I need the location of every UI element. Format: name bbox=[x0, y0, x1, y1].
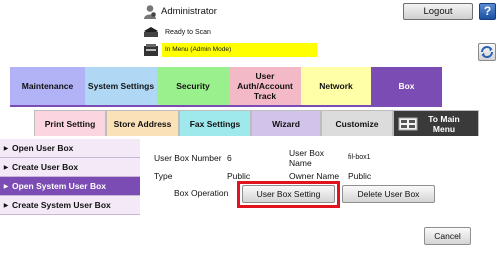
subtab-label: Wizard bbox=[272, 118, 300, 129]
subtab-store-address[interactable]: Store Address bbox=[106, 110, 179, 136]
admin-mode-banner: In Menu (Admin Mode) bbox=[162, 43, 317, 57]
refresh-icon bbox=[481, 46, 493, 58]
subtab-customize[interactable]: Customize bbox=[321, 110, 393, 136]
box-operation-label: Box Operation bbox=[174, 188, 229, 198]
sidebar-item-open-system-user-box[interactable]: ▶ Open System User Box bbox=[0, 177, 140, 196]
tab-label: Security bbox=[176, 81, 210, 91]
subtab-label: Customize bbox=[335, 118, 379, 129]
tab-label: Network bbox=[319, 81, 353, 91]
owner-value: Public bbox=[348, 171, 372, 181]
refresh-button[interactable] bbox=[478, 43, 496, 61]
tab-user-auth[interactable]: User Auth/Account Track bbox=[229, 67, 301, 105]
box-name-value: fil-box1 bbox=[348, 154, 371, 161]
sidebar-item-label: Open User Box bbox=[12, 143, 74, 153]
subtab-label: Fax Settings bbox=[189, 118, 241, 129]
subtab-print-setting[interactable]: Print Setting bbox=[34, 110, 106, 136]
admin-user-icon bbox=[144, 5, 156, 19]
box-number-label: User Box Number bbox=[154, 153, 222, 163]
subtab-label: To Main Menu bbox=[428, 113, 460, 134]
arrow-right-icon: ▶ bbox=[3, 164, 9, 171]
subtab-to-main-menu[interactable]: To Main Menu bbox=[393, 110, 479, 136]
sidebar-item-create-system-user-box[interactable]: ▶ Create System User Box bbox=[0, 196, 140, 215]
user-name: Administrator bbox=[161, 6, 217, 17]
delete-user-box-button[interactable]: Delete User Box bbox=[342, 185, 435, 203]
scanner-icon bbox=[144, 27, 158, 37]
subtab-label: Print Setting bbox=[44, 118, 96, 129]
type-value: Public bbox=[227, 171, 251, 181]
sidebar-item-create-user-box[interactable]: ▶ Create User Box bbox=[0, 158, 140, 177]
subtab-wizard[interactable]: Wizard bbox=[251, 110, 321, 136]
tab-label: System Settings bbox=[87, 81, 155, 91]
arrow-right-icon: ▶ bbox=[3, 183, 9, 190]
box-name-label: User Box Name bbox=[289, 148, 324, 168]
sidebar-item-label: Create System User Box bbox=[12, 200, 111, 210]
sidebar-item-label: Open System User Box bbox=[12, 181, 107, 191]
owner-label: Owner Name bbox=[289, 171, 340, 181]
arrow-right-icon: ▶ bbox=[3, 145, 9, 152]
sidebar-item-open-user-box[interactable]: ▶ Open User Box bbox=[0, 139, 140, 158]
type-label: Type bbox=[154, 171, 173, 181]
tab-network[interactable]: Network bbox=[301, 67, 371, 105]
cancel-button[interactable]: Cancel bbox=[424, 227, 471, 245]
subtab-fax-settings[interactable]: Fax Settings bbox=[179, 110, 251, 136]
tab-label: User Auth/Account Track bbox=[237, 71, 293, 101]
logout-button[interactable]: Logout bbox=[403, 3, 473, 20]
tab-label: Maintenance bbox=[21, 81, 74, 91]
admin-mode-icon bbox=[144, 44, 158, 56]
tab-system-settings[interactable]: System Settings bbox=[85, 67, 157, 105]
help-button[interactable]: ? bbox=[479, 3, 496, 20]
tab-maintenance[interactable]: Maintenance bbox=[10, 67, 85, 105]
arrow-right-icon: ▶ bbox=[3, 202, 9, 209]
tab-underline bbox=[10, 105, 442, 107]
subtab-label: Store Address bbox=[113, 118, 172, 129]
status-text: Ready to Scan bbox=[165, 29, 211, 36]
box-number-value: 6 bbox=[227, 153, 232, 163]
main-menu-icon bbox=[398, 117, 418, 130]
tab-security[interactable]: Security bbox=[157, 67, 229, 105]
user-box-setting-button[interactable]: User Box Setting bbox=[242, 185, 335, 203]
sidebar-item-label: Create User Box bbox=[12, 162, 79, 172]
tab-box[interactable]: Box bbox=[371, 67, 442, 105]
tab-label: Box bbox=[398, 81, 415, 91]
